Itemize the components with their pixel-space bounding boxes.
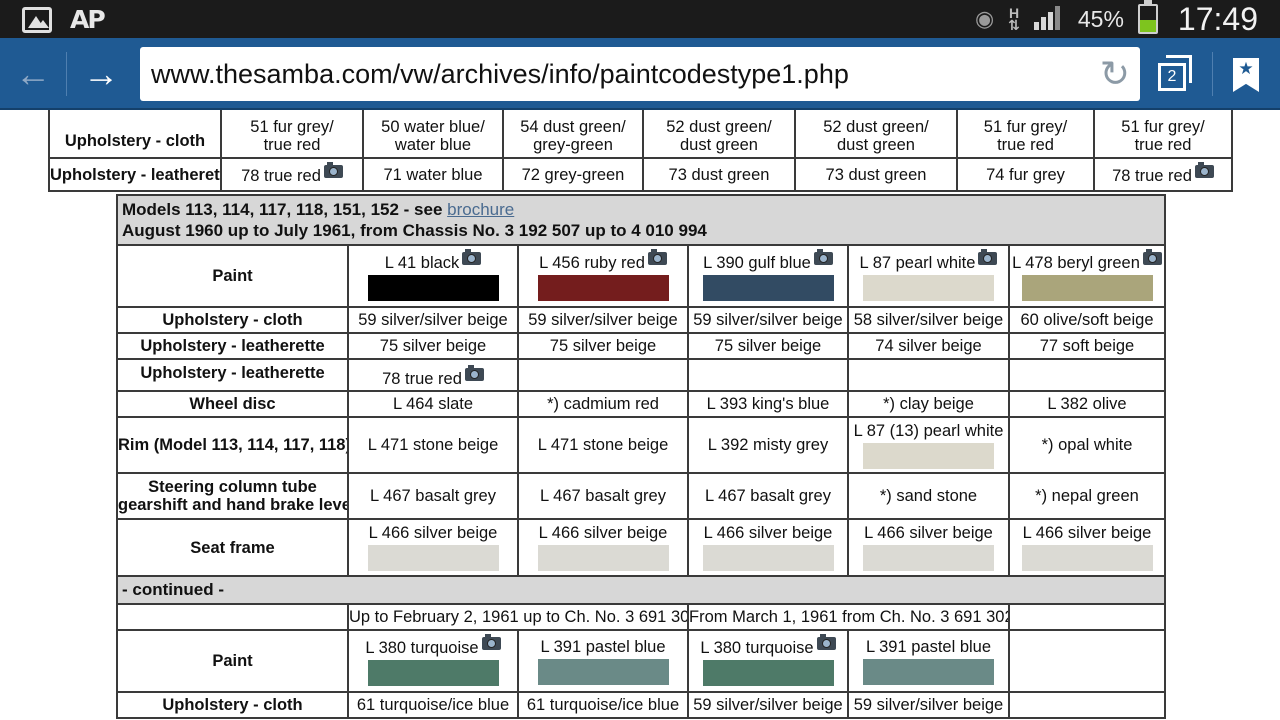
previous-paint-table: Upholstery - cloth 51 fur grey/true red … [48, 110, 1233, 192]
status-bar: AP ◉ H ⇅ 45% 17:49 [0, 0, 1280, 38]
battery-level [1139, 20, 1156, 32]
period-2: From March 1, 1961 from Ch. No. 3 691 30… [687, 603, 1010, 631]
camera-icon[interactable] [464, 365, 484, 381]
seat-swatch [863, 545, 994, 571]
paint-swatch [537, 658, 669, 685]
section-title: Models 113, 114, 117, 118, 151, 152 - se… [115, 194, 1167, 246]
forward-arrow-icon[interactable]: → [68, 38, 134, 110]
cloth-row: Upholstery - cloth 59 silver/silver beig… [116, 306, 1167, 334]
camera-icon[interactable] [1142, 248, 1162, 265]
table-row: Upholstery - cloth 51 fur grey/true red … [48, 110, 1233, 159]
battery-percentage: 45% [1077, 5, 1124, 32]
seat-swatch [537, 545, 669, 571]
camera-icon[interactable] [481, 633, 501, 650]
camera-icon[interactable] [323, 161, 343, 178]
tab-count: 2 [1158, 63, 1186, 91]
page-content: Upholstery - cloth 51 fur grey/true red … [0, 110, 1280, 720]
url-bar[interactable]: www.thesamba.com/vw/archives/info/paintc… [140, 47, 1140, 101]
continued-paint-row: Paint L 380 turquoise L 391 pastel blue … [116, 629, 1167, 693]
image-icon [22, 6, 52, 33]
camera-icon[interactable] [816, 633, 836, 650]
paint-swatch [702, 274, 834, 301]
h-data-icon: H ⇅ [1008, 5, 1020, 33]
eye-icon: ◉ [974, 6, 995, 31]
rim-row: Rim (Model 113, 114, 117, 118) L 471 sto… [116, 416, 1167, 474]
rim-swatch [863, 442, 994, 469]
period-row: Up to February 2, 1961 up to Ch. No. 3 6… [116, 603, 1167, 631]
camera-icon[interactable] [1194, 161, 1214, 178]
bookmark-star-icon: ★ [1238, 59, 1254, 78]
battery-icon [1137, 0, 1158, 34]
continued-label: - continued - [115, 575, 1167, 605]
period-1: Up to February 2, 1961 up to Ch. No. 3 6… [347, 603, 689, 631]
leatherette-row: Upholstery - leatherette 75 silver beige… [116, 332, 1167, 360]
row-label: Upholstery - leatherette [48, 157, 222, 192]
camera-icon[interactable] [978, 248, 998, 265]
paint-swatch [367, 659, 499, 686]
steering-row: Steering column tube gearshift and hand b… [116, 472, 1167, 520]
row-label: Upholstery - cloth [48, 110, 222, 159]
paint-swatch [863, 274, 994, 301]
seat-swatch [702, 545, 834, 571]
paint-swatch [702, 659, 834, 686]
brochure-link[interactable]: brochure [447, 200, 514, 219]
signal-icon [1033, 6, 1064, 32]
back-arrow-icon[interactable]: ← [0, 38, 66, 110]
continued-cloth-row: Upholstery - cloth 61 turquoise/ice blue… [116, 691, 1167, 719]
seat-swatch [1021, 545, 1153, 571]
section-header-row: Models 113, 114, 117, 118, 151, 152 - se… [115, 194, 1167, 246]
ap-icon: AP [70, 5, 106, 34]
section-subtitle: August 1960 up to July 1961, from Chassi… [122, 221, 707, 240]
paint-swatch [537, 274, 669, 301]
camera-icon[interactable] [647, 248, 667, 265]
seat-frame-row: Seat frame L 466 silver beige L 466 silv… [116, 518, 1167, 577]
refresh-icon[interactable]: ↻ [1100, 53, 1130, 95]
paint-row: Paint L 41 black L 456 ruby red L 390 gu… [116, 244, 1167, 308]
model-paint-table: Models 113, 114, 117, 118, 151, 152 - se… [115, 194, 1167, 719]
clock: 17:49 [1177, 0, 1258, 37]
table-row: Upholstery - leatherette 78 true red 71 … [48, 157, 1233, 192]
continued-header-row: - continued - [115, 575, 1167, 605]
wheel-disc-row: Wheel disc L 464 slate *) cadmium red L … [116, 390, 1167, 418]
leatherette-row-2: Upholstery - leatherette 78 true red [116, 358, 1167, 392]
camera-icon[interactable] [462, 248, 482, 265]
tabs-icon[interactable]: 2 [1158, 55, 1192, 93]
url-text[interactable]: www.thesamba.com/vw/archives/info/paintc… [151, 59, 849, 90]
camera-icon[interactable] [813, 248, 833, 265]
seat-swatch [367, 545, 499, 571]
paint-swatch [367, 274, 499, 301]
paint-swatch [1021, 274, 1153, 301]
browser-toolbar: ← → www.thesamba.com/vw/archives/info/pa… [0, 38, 1280, 110]
paint-swatch [863, 658, 994, 685]
